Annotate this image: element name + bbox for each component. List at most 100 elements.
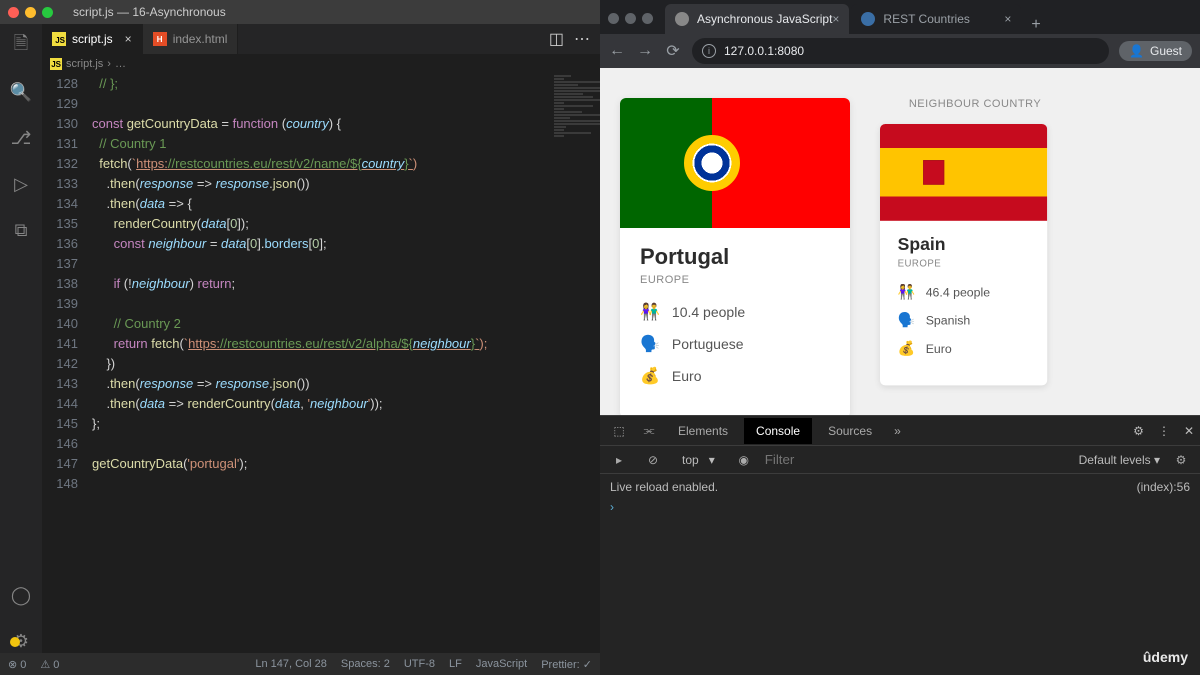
currency-icon: 💰 bbox=[640, 366, 660, 386]
editor-tab-index-html[interactable]: H index.html bbox=[143, 24, 239, 54]
browser-tab-asynchronous[interactable]: Asynchronous JavaScript × bbox=[665, 4, 849, 34]
language-icon: 🗣️ bbox=[898, 311, 916, 329]
explorer-icon[interactable]: 🗎 bbox=[9, 34, 33, 58]
browser-tab-label: Asynchronous JavaScript bbox=[697, 12, 832, 26]
devtools-close-icon[interactable]: ✕ bbox=[1184, 424, 1194, 438]
currency-value: Euro bbox=[672, 368, 702, 384]
status-prettier[interactable]: Prettier: ✓ bbox=[541, 658, 592, 671]
browser-close-button[interactable] bbox=[608, 13, 619, 24]
country-name: Portugal bbox=[640, 244, 830, 270]
people-icon: 👫 bbox=[640, 302, 660, 322]
devtools-settings-icon[interactable]: ⚙ bbox=[1133, 424, 1144, 438]
debug-icon[interactable]: ▷ bbox=[9, 172, 33, 196]
status-eol[interactable]: LF bbox=[449, 658, 462, 671]
code-editor[interactable]: 128 129 130 131 132 133 134 135 136 137 … bbox=[42, 74, 600, 653]
window-titlebar: script.js — 16-Asynchronous bbox=[0, 0, 600, 24]
browser-toolbar: ← → ⟳ i 127.0.0.1:8080 👤 Guest bbox=[600, 34, 1200, 68]
currency-icon: 💰 bbox=[898, 340, 916, 358]
currency-value: Euro bbox=[926, 341, 952, 355]
console-settings-icon[interactable]: ⚙ bbox=[1168, 453, 1194, 467]
clear-console-icon[interactable]: ⊘ bbox=[640, 453, 666, 467]
population-value: 10.4 people bbox=[672, 304, 745, 320]
window-title: script.js — 16-Asynchronous bbox=[73, 5, 226, 19]
status-errors[interactable]: ⊗ 0 bbox=[8, 658, 26, 671]
tab-label: script.js bbox=[72, 32, 113, 46]
extensions-icon[interactable]: ⧉ bbox=[9, 218, 33, 242]
language-value: Portuguese bbox=[672, 336, 744, 352]
status-language[interactable]: JavaScript bbox=[476, 658, 527, 671]
close-tab-icon[interactable]: × bbox=[832, 12, 839, 26]
editor-tab-script-js[interactable]: JS script.js × bbox=[42, 24, 143, 54]
split-editor-icon[interactable]: ◫ bbox=[549, 29, 564, 49]
close-tab-icon[interactable]: × bbox=[1004, 12, 1011, 26]
line-number-gutter: 128 129 130 131 132 133 134 135 136 137 … bbox=[42, 74, 92, 653]
execution-context-select[interactable]: top ▾ bbox=[674, 451, 723, 469]
editor-tab-bar: JS script.js × H index.html ◫ ⋯ bbox=[42, 24, 600, 54]
breadcrumb[interactable]: JS script.js › … bbox=[42, 54, 600, 74]
browser-maximize-button[interactable] bbox=[642, 13, 653, 24]
neighbour-heading: NEIGHBOUR COUNTRY bbox=[909, 98, 1041, 110]
population-value: 46.4 people bbox=[926, 285, 990, 299]
country-card-neighbour: Spain EUROPE 👫 46.4 people 🗣️ Spanish 💰 Eur… bbox=[880, 124, 1047, 385]
status-warnings[interactable]: ⚠ 0 bbox=[40, 658, 59, 671]
status-bar: ⊗ 0 ⚠ 0 Ln 147, Col 28 Spaces: 2 UTF-8 L… bbox=[0, 653, 600, 675]
forward-button[interactable]: → bbox=[636, 42, 654, 60]
country-region: EUROPE bbox=[898, 259, 1030, 270]
devtools-tab-console[interactable]: Console bbox=[744, 418, 812, 444]
close-window-button[interactable] bbox=[8, 7, 19, 18]
browser-minimize-button[interactable] bbox=[625, 13, 636, 24]
site-info-icon[interactable]: i bbox=[702, 44, 716, 58]
html-file-icon: H bbox=[153, 32, 167, 46]
browser-tab-restcountries[interactable]: REST Countries × bbox=[851, 4, 1021, 34]
profile-button[interactable]: 👤 Guest bbox=[1119, 41, 1192, 61]
language-icon: 🗣️ bbox=[640, 334, 660, 354]
minimap[interactable] bbox=[550, 74, 600, 653]
device-toggle-icon[interactable]: ⫘ bbox=[636, 423, 662, 438]
log-levels-select[interactable]: Default levels ▾ bbox=[1079, 453, 1160, 467]
browser-tab-bar: Asynchronous JavaScript × REST Countries… bbox=[600, 0, 1200, 34]
js-file-icon: JS bbox=[52, 32, 66, 46]
favicon-icon bbox=[861, 12, 875, 26]
new-tab-button[interactable]: + bbox=[1023, 16, 1048, 34]
flag-spain bbox=[880, 124, 1047, 221]
js-file-icon: JS bbox=[50, 58, 62, 70]
country-region: EUROPE bbox=[640, 274, 830, 286]
browser-tab-label: REST Countries bbox=[883, 12, 969, 26]
console-sidebar-toggle-icon[interactable]: ▸ bbox=[606, 453, 632, 467]
devtools-menu-icon[interactable]: ⋮ bbox=[1158, 424, 1170, 438]
status-encoding[interactable]: UTF-8 bbox=[404, 658, 435, 671]
udemy-watermark: ûdemy bbox=[1143, 649, 1188, 665]
devtools-panel: ⬚ ⫘ Elements Console Sources » ⚙ ⋮ ✕ ▸ ⊘… bbox=[600, 415, 1200, 675]
people-icon: 👫 bbox=[898, 283, 916, 301]
inspect-element-icon[interactable]: ⬚ bbox=[606, 424, 632, 438]
settings-notification-badge bbox=[10, 637, 20, 647]
status-spaces[interactable]: Spaces: 2 bbox=[341, 658, 390, 671]
devtools-tab-elements[interactable]: Elements bbox=[666, 418, 740, 444]
account-icon[interactable]: ◯ bbox=[9, 583, 33, 607]
country-card-main: Portugal EUROPE 👫 10.4 people 🗣️ Portugues… bbox=[620, 98, 850, 415]
status-cursor[interactable]: Ln 147, Col 28 bbox=[255, 658, 327, 671]
tab-label: index.html bbox=[173, 32, 228, 46]
flag-portugal bbox=[620, 98, 850, 228]
maximize-window-button[interactable] bbox=[42, 7, 53, 18]
console-prompt[interactable]: › bbox=[610, 500, 1190, 514]
minimize-window-button[interactable] bbox=[25, 7, 36, 18]
devtools-tab-sources[interactable]: Sources bbox=[816, 418, 884, 444]
address-bar[interactable]: i 127.0.0.1:8080 bbox=[692, 38, 1109, 64]
page-content: Portugal EUROPE 👫 10.4 people 🗣️ Portugues… bbox=[600, 68, 1200, 415]
console-filter-input[interactable] bbox=[765, 452, 942, 467]
favicon-icon bbox=[675, 12, 689, 26]
reload-button[interactable]: ⟳ bbox=[664, 41, 682, 61]
devtools-more-tabs-icon[interactable]: » bbox=[894, 424, 901, 438]
live-expression-icon[interactable]: ◉ bbox=[731, 453, 757, 467]
country-name: Spain bbox=[898, 235, 1030, 255]
language-value: Spanish bbox=[926, 313, 971, 327]
url-text: 127.0.0.1:8080 bbox=[724, 44, 804, 58]
search-icon[interactable]: 🔍 bbox=[9, 80, 33, 104]
console-source-link[interactable]: (index):56 bbox=[1137, 480, 1190, 494]
close-tab-icon[interactable]: × bbox=[125, 32, 132, 46]
more-actions-icon[interactable]: ⋯ bbox=[574, 29, 590, 49]
back-button[interactable]: ← bbox=[608, 42, 626, 60]
source-control-icon[interactable]: ⎇ bbox=[9, 126, 33, 150]
console-output[interactable]: Live reload enabled. (index):56 › bbox=[600, 474, 1200, 675]
